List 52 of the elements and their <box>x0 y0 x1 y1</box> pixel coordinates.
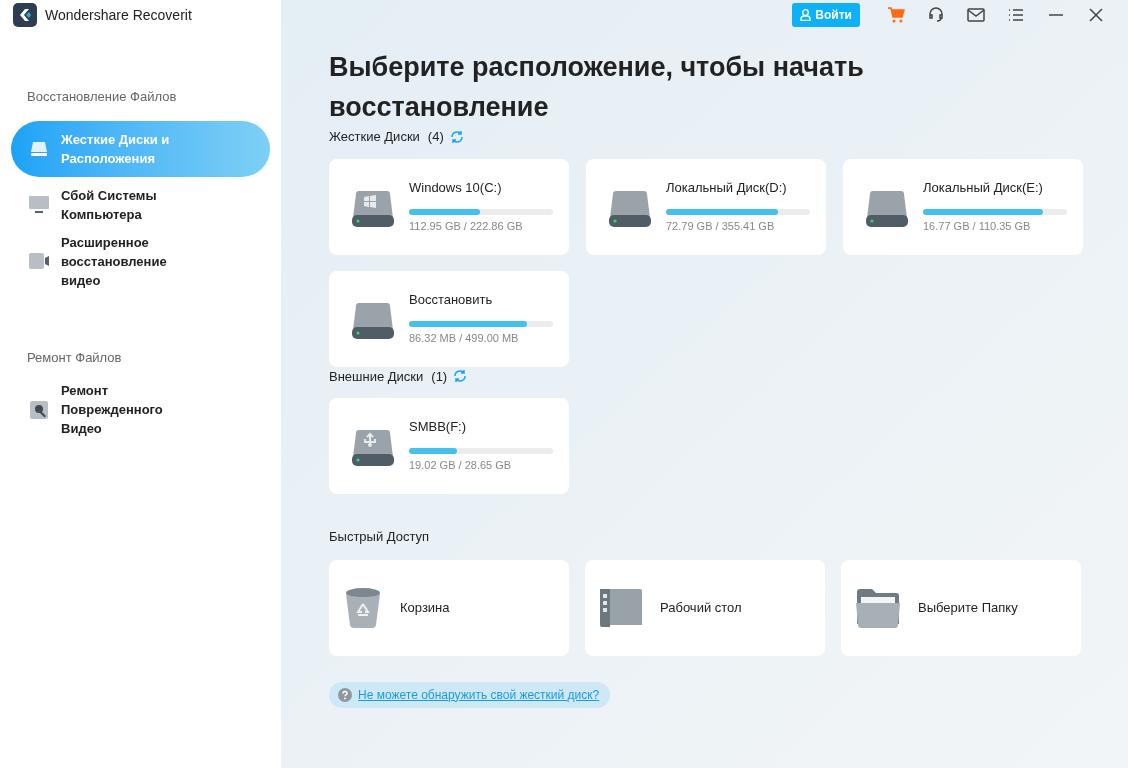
hard-drive-icon <box>866 189 908 228</box>
headset-icon[interactable] <box>926 5 946 25</box>
drive-card[interactable]: Локальный Диск(D:) 72.79 GB / 355.41 GB <box>586 158 826 255</box>
app-logo-icon <box>13 3 37 27</box>
quick-access-card[interactable]: Выберите Папку <box>841 559 1081 656</box>
drive-name: Восстановить <box>409 290 494 309</box>
group-title: Внешние Диски <box>329 367 424 386</box>
section-heading: Ремонт Файлов <box>26 348 123 367</box>
quick-access-card[interactable]: Корзина <box>329 559 569 656</box>
group-title: Быстрый Доступ <box>329 528 431 546</box>
sidebar-item[interactable]: Расширенное восстановление видео <box>11 232 270 290</box>
drive-card[interactable]: Windows 10(C:) 112.95 GB / 222.86 GB <box>329 158 569 255</box>
monitor-icon <box>29 195 49 214</box>
help-icon <box>338 687 352 702</box>
drive-name: Локальный Диск(D:) <box>666 178 788 197</box>
refresh-icon[interactable] <box>449 129 464 144</box>
group-title: Жесткие Диски <box>329 128 420 146</box>
quick-access-label: Корзина <box>400 598 450 617</box>
drive-usage: 19.02 GB / 28.65 GB <box>409 458 513 474</box>
page-heading: Выберите расположение, чтобы начать восстановление <box>329 51 865 124</box>
quick-access-card[interactable]: Рабочий стол <box>585 559 825 656</box>
drive-usage: 86.32 MB / 499.00 MB <box>409 330 520 346</box>
hard-drive-icon <box>352 301 394 340</box>
cart-icon[interactable] <box>886 5 906 25</box>
usb-drive-icon <box>352 429 394 467</box>
section-heading: Восстановление Файлов <box>26 88 178 106</box>
drive-name: Windows 10(C:) <box>409 178 503 197</box>
mail-icon[interactable] <box>966 5 986 25</box>
drive-card[interactable]: Восстановить 86.32 MB / 499.00 MB <box>329 270 569 367</box>
drive-card[interactable]: SMBB(F:) 19.02 GB / 28.65 GB <box>329 398 569 494</box>
folder-icon <box>856 587 900 628</box>
user-icon <box>800 9 812 21</box>
drive-usage: 72.79 GB / 355.41 GB <box>666 218 776 234</box>
video-camera-icon <box>29 253 49 269</box>
drive-icon <box>30 140 48 157</box>
hard-drive-icon <box>352 189 394 228</box>
drive-card[interactable]: Локальный Диск(E:) 16.77 GB / 110.35 GB <box>843 158 1083 255</box>
quick-access-label: Выберите Папку <box>918 598 1018 617</box>
app-title: Wondershare Recoverit <box>45 5 192 25</box>
refresh-icon[interactable] <box>453 369 468 384</box>
drive-name: Локальный Диск(E:) <box>923 178 1044 197</box>
sidebar-item[interactable]: Ремонт Поврежденного Видео <box>11 381 270 438</box>
drive-count: (1) <box>431 367 448 386</box>
drive-name: SMBB(F:) <box>409 418 468 437</box>
hard-drive-icon <box>609 189 651 228</box>
drive-usage: 16.77 GB / 110.35 GB <box>923 218 1032 234</box>
drive-usage: 112.95 GB / 222.86 GB <box>409 218 524 234</box>
quick-access-label: Рабочий стол <box>660 598 742 617</box>
trash-bin-icon <box>344 586 382 629</box>
sidebar-item[interactable]: Сбой Системы Компьютера <box>11 176 270 233</box>
drive-count: (4) <box>427 128 444 146</box>
desktop-panel-icon <box>600 586 642 629</box>
